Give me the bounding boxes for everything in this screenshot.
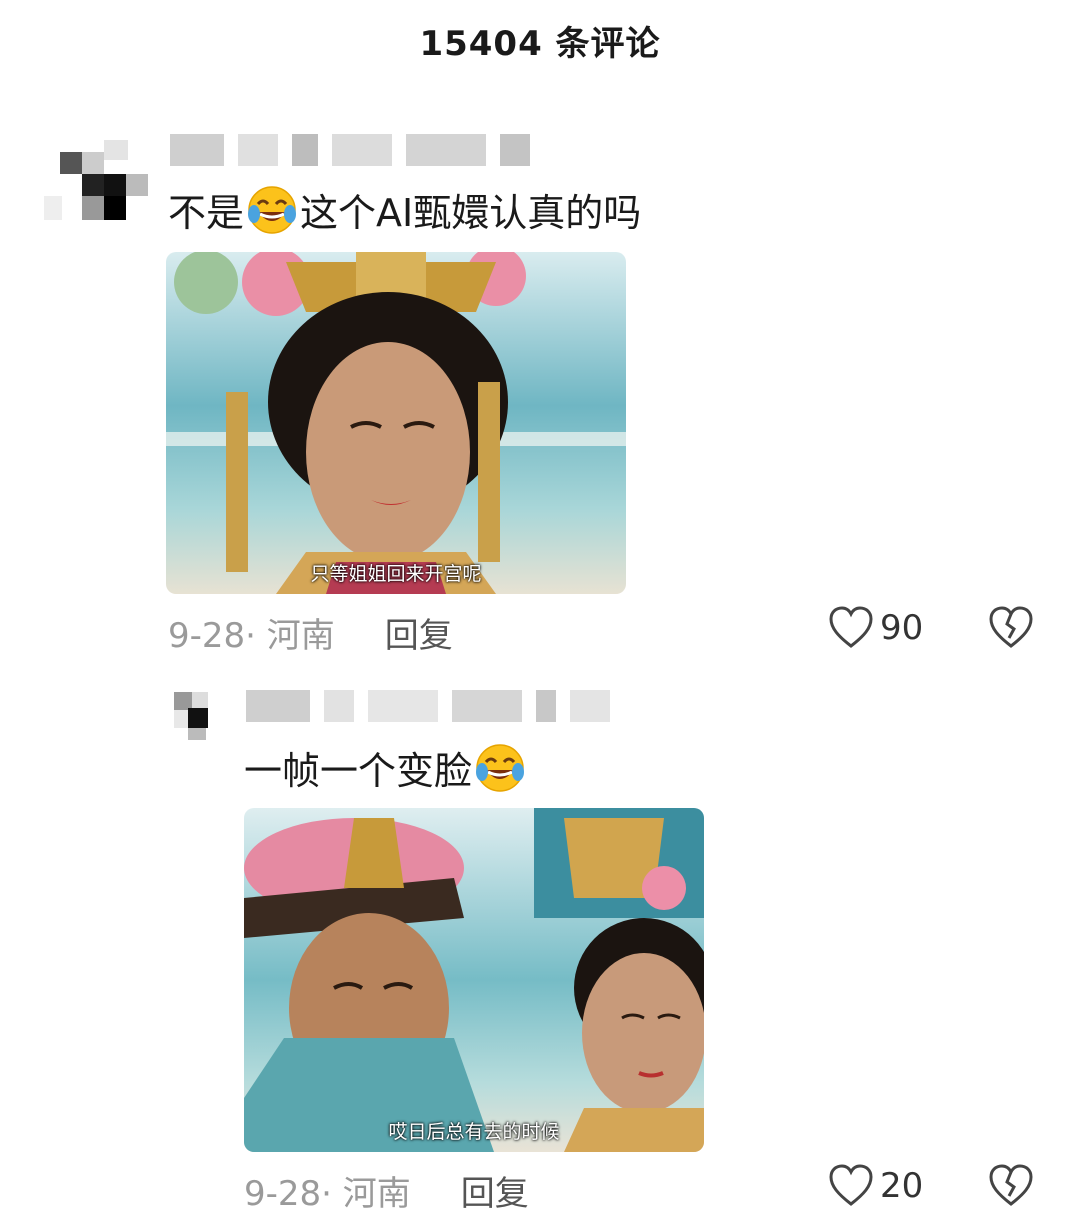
broken-heart-icon[interactable] [988,606,1034,650]
avatar[interactable] [170,686,226,742]
like-count: 90 [880,608,924,648]
reply-button[interactable]: 回复 [385,608,453,657]
comment-image[interactable]: 哎日后总有去的时候 [244,808,704,1152]
reply-button[interactable]: 回复 [461,1166,529,1215]
date-location: 9-28· 河南 [168,616,335,656]
comment-text-before: 不是 [168,191,245,235]
like-button[interactable]: 20 [828,1164,923,1208]
comment-meta: 9-28· 河南 回复 [244,1166,529,1215]
laughing-crying-emoji-icon [476,743,525,792]
page-title: 15404 条评论 [419,24,661,64]
comment-text-after: 这个AI甄嬛认真的吗 [300,191,642,235]
comment-meta: 9-28· 河南 回复 [168,608,453,657]
heart-outline-icon [829,606,873,648]
like-count: 20 [880,1166,924,1206]
image-caption: 只等姐姐回来开宫呢 [310,563,482,585]
date-location: 9-28· 河南 [244,1174,411,1214]
avatar[interactable] [44,134,154,228]
comment-image[interactable]: 只等姐姐回来开宫呢 [166,252,626,594]
comment-text-before: 一帧一个变脸 [244,749,473,793]
comment-text: 一帧一个变脸 [244,740,528,795]
heart-outline-icon [829,1164,873,1206]
broken-heart-icon[interactable] [988,1164,1034,1208]
username[interactable] [170,134,530,166]
like-button[interactable]: 90 [828,606,923,650]
comment-text: 不是 这个AI甄嬛认真的吗 [168,182,641,237]
laughing-crying-emoji-icon [248,185,297,234]
image-caption: 哎日后总有去的时候 [388,1121,560,1143]
username[interactable] [246,690,610,722]
